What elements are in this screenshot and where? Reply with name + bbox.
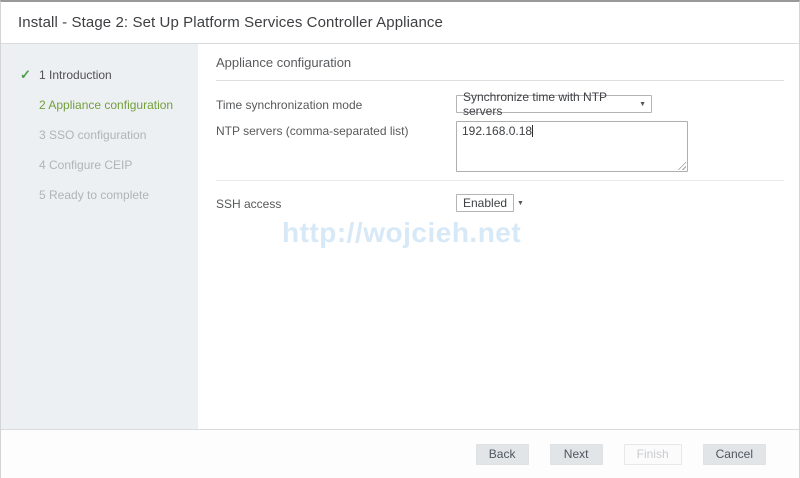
ssh-access-select[interactable]: Enabled ▼ [456, 194, 514, 212]
step-label: 3 SSO configuration [39, 128, 146, 142]
ssh-access-label: SSH access [216, 194, 456, 211]
chevron-down-icon: ▼ [629, 101, 646, 108]
sidebar-step-introduction: ✓ 1 Introduction [1, 60, 198, 90]
ntp-servers-row: NTP servers (comma-separated list) 192.1… [216, 121, 784, 172]
step-label: 5 Ready to complete [39, 188, 149, 202]
window-title: Install - Stage 2: Set Up Platform Servi… [18, 14, 443, 31]
step-label: 4 Configure CEIP [39, 158, 132, 172]
titlebar: Install - Stage 2: Set Up Platform Servi… [1, 2, 799, 44]
watermark-text: http://wojcieh.net [282, 217, 521, 249]
next-button[interactable]: Next [550, 444, 603, 465]
checkmark-icon: ✓ [20, 67, 31, 83]
step-label: 2 Appliance configuration [39, 98, 173, 112]
sidebar-step-sso-configuration: 3 SSO configuration [1, 120, 198, 150]
wizard-steps-sidebar: ✓ 1 Introduction 2 Appliance configurati… [1, 44, 198, 429]
divider [216, 180, 784, 181]
installer-window: Install - Stage 2: Set Up Platform Servi… [0, 0, 800, 478]
finish-button[interactable]: Finish [624, 444, 682, 465]
cancel-button[interactable]: Cancel [703, 444, 766, 465]
ntp-servers-value: 192.168.0.18 [462, 124, 532, 138]
text-cursor [532, 125, 533, 137]
ntp-servers-label: NTP servers (comma-separated list) [216, 121, 456, 138]
chevron-down-icon: ▼ [507, 200, 524, 207]
page-title: Appliance configuration [216, 44, 784, 81]
sidebar-step-ready-to-complete: 5 Ready to complete [1, 180, 198, 210]
time-sync-selected-value: Synchronize time with NTP servers [463, 90, 629, 118]
time-sync-row: Time synchronization mode Synchronize ti… [216, 95, 784, 113]
ssh-access-row: SSH access Enabled ▼ [216, 194, 784, 212]
ssh-access-selected-value: Enabled [463, 196, 507, 210]
sidebar-step-configure-ceip: 4 Configure CEIP [1, 150, 198, 180]
ntp-servers-input[interactable]: 192.168.0.18 [456, 121, 688, 172]
body: ✓ 1 Introduction 2 Appliance configurati… [1, 44, 799, 429]
back-button[interactable]: Back [476, 444, 529, 465]
resize-handle-icon[interactable] [677, 161, 686, 170]
footer-button-bar: Back Next Finish Cancel [1, 429, 799, 478]
step-label: 1 Introduction [39, 68, 112, 82]
time-sync-select[interactable]: Synchronize time with NTP servers ▼ [456, 95, 652, 113]
main-content: Appliance configuration Time synchroniza… [198, 44, 799, 429]
time-sync-label: Time synchronization mode [216, 95, 456, 112]
sidebar-step-appliance-configuration: 2 Appliance configuration [1, 90, 198, 120]
